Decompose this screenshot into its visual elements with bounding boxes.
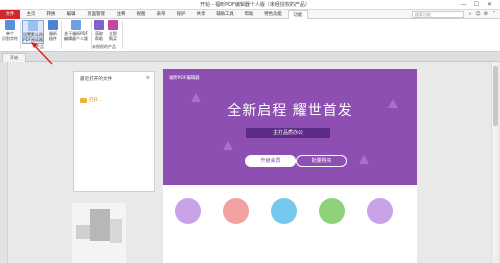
ribbon-separator: [20, 21, 21, 49]
pixelated-shape: [76, 225, 90, 239]
upgrade-member-button[interactable]: 升级会员: [245, 155, 296, 167]
plugin-icon: [48, 20, 58, 30]
menu-edit[interactable]: 编辑: [62, 10, 80, 19]
ribbon-separator: [122, 21, 123, 49]
menu-comment[interactable]: 注释: [112, 10, 130, 19]
minimize-button[interactable]: —: [457, 0, 470, 9]
recent-files-panel: 最近打开的文件 ≡ 打开...: [73, 71, 155, 192]
menu-page-manage[interactable]: 页面管理: [82, 10, 110, 19]
about-icon: [71, 20, 81, 30]
ribbon: 单个 识别字符 设置默认的 PDF阅读器 福昕 插件 产品 关于福昕PDF 编辑…: [0, 19, 500, 52]
user-icon[interactable]: ☺: [475, 11, 481, 17]
promo-headline: 全新启程 耀世首发: [227, 103, 353, 119]
folder-icon: [80, 97, 87, 103]
pixelated-region: [72, 203, 126, 263]
bulk-purchase-button[interactable]: 批量购买: [296, 155, 347, 167]
menu-share[interactable]: 共享: [192, 10, 210, 19]
ribbon-ocr-button[interactable]: 单个 识别字符: [2, 20, 18, 41]
recent-menu-icon[interactable]: ≡: [146, 75, 150, 81]
ribbon-separator: [61, 21, 62, 49]
menu-form[interactable]: 表单: [152, 10, 170, 19]
get-help-button[interactable]: 获取 帮助: [93, 20, 105, 41]
feature-circle[interactable]: [367, 198, 393, 224]
buy-icon: [108, 20, 118, 30]
recent-files-title: 最近打开的文件: [80, 77, 113, 82]
menu-protect[interactable]: 保护: [172, 10, 190, 19]
buy-now-button[interactable]: 立即 购买: [107, 20, 119, 41]
feature-row: [163, 185, 417, 263]
open-file-label: 打开...: [89, 98, 102, 103]
close-button[interactable]: ✕: [483, 0, 496, 9]
set-default-reader-label: 设置默认的 PDF阅读器: [23, 32, 43, 42]
menu-convert[interactable]: 转换: [42, 10, 60, 19]
search-icon[interactable]: ⌕: [467, 11, 473, 17]
group-label-product: 产品: [36, 44, 44, 49]
plugin-button[interactable]: 福昕 插件: [46, 20, 60, 41]
menu-accessibility[interactable]: 辅助工具: [212, 10, 238, 19]
about-button[interactable]: 关于福昕PDF 编辑器个人版: [63, 20, 89, 41]
document-tab-bar: 开始: [0, 52, 500, 62]
menu-features[interactable]: 特色功能: [260, 10, 286, 19]
feature-circle[interactable]: [319, 198, 345, 224]
promo-brand: 福昕PDF编辑器: [169, 76, 200, 81]
tab-start[interactable]: 开始: [2, 53, 26, 62]
ribbon-ocr-label: 单个 识别字符: [2, 31, 18, 41]
collapse-icon[interactable]: ˄: [491, 11, 497, 17]
menu-help[interactable]: 帮助: [240, 10, 258, 19]
window-title: 开始 - 福昕PDF编辑器个人版（未经授权的产品）: [200, 2, 310, 8]
group-label-unlicensed: 未授权的产品: [92, 44, 116, 49]
feature-circle[interactable]: [271, 198, 297, 224]
navigation-panel-strip: [0, 62, 8, 263]
title-bar: 开始 - 福昕PDF编辑器个人版（未经授权的产品） — ☐ ✕: [0, 0, 500, 10]
search-input[interactable]: 搜索功能: [412, 11, 464, 18]
menu-bar: 文件 主页 转换 编辑 页面管理 注释 视图 表单 保护 共享 辅助工具 帮助 …: [0, 10, 500, 20]
menu-home[interactable]: 主页: [22, 10, 40, 19]
scroll-thumb[interactable]: [493, 66, 498, 126]
maximize-button[interactable]: ☐: [470, 0, 483, 9]
ocr-icon: [5, 20, 15, 30]
feature-circle[interactable]: [223, 198, 249, 224]
plugin-label: 福昕 插件: [49, 31, 57, 41]
feature-circle[interactable]: [175, 198, 201, 224]
help-icon: [94, 20, 104, 30]
promo-subtitle: 主打品质办公: [246, 128, 330, 138]
decoration-triangle: [223, 141, 233, 150]
menu-file[interactable]: 文件: [0, 10, 20, 19]
promo-banner[interactable]: 福昕PDF编辑器 全新启程 耀世首发 主打品质办公 升级会员 批量购买: [163, 69, 417, 185]
set-default-reader-button[interactable]: 设置默认的 PDF阅读器: [22, 20, 44, 44]
menu-view[interactable]: 视图: [132, 10, 150, 19]
default-reader-icon: [28, 21, 38, 31]
window-controls: — ☐ ✕: [457, 0, 496, 9]
about-label: 关于福昕PDF 编辑器个人版: [64, 31, 88, 41]
settings-icon[interactable]: ⚙: [483, 11, 489, 17]
pixelated-shape: [110, 219, 122, 243]
pixelated-shape: [90, 209, 110, 241]
vertical-scrollbar[interactable]: [491, 62, 498, 263]
decoration-triangle: [359, 155, 369, 164]
open-file-link[interactable]: 打开...: [80, 97, 102, 103]
get-help-label: 获取 帮助: [95, 31, 103, 41]
buy-now-label: 立即 购买: [109, 31, 117, 41]
